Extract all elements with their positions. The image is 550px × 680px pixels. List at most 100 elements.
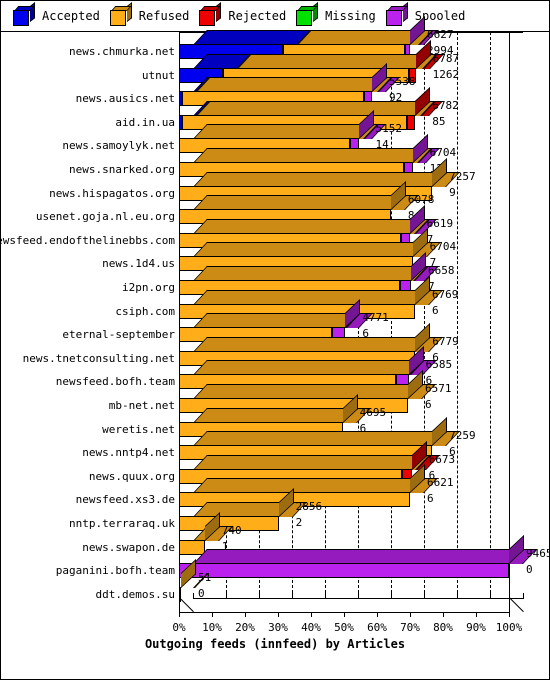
bar-segment-rejected[interactable] xyxy=(407,114,416,130)
x-axis-tick xyxy=(245,612,246,618)
bar-sub-value-label: 2 xyxy=(295,516,303,529)
bar-sub-value-label: 6 xyxy=(427,492,434,506)
bar-segment-top-refused xyxy=(193,289,443,305)
chart-legend: Accepted Refused Rejected Missing Spooled xyxy=(1,1,549,32)
y-axis-category-label: news.1d4.us xyxy=(102,257,175,271)
bar-segment-top-refused xyxy=(193,148,433,163)
x-axis-tick-back xyxy=(358,593,359,599)
legend-item-accepted[interactable]: Accepted xyxy=(13,1,100,27)
x-axis-tick-back xyxy=(259,593,260,599)
x-axis-tick xyxy=(377,612,378,618)
bar-row[interactable] xyxy=(1,32,549,602)
legend-item-rejected[interactable]: Rejected xyxy=(199,1,287,27)
bar-segment-top-refused xyxy=(193,454,431,470)
bar-total-value-label: 6621 xyxy=(427,476,454,490)
bar-segment-top-refused xyxy=(193,266,429,281)
bar-total-value-label: 5152 xyxy=(375,122,403,136)
x-axis-back-line xyxy=(193,598,524,600)
bar-segment-top-refused xyxy=(193,360,425,376)
legend-item-label: Accepted xyxy=(42,9,100,23)
legend-item-label: Rejected xyxy=(228,9,287,23)
bar-total-value-label: 6779 xyxy=(432,334,459,348)
x-axis-tick xyxy=(212,612,213,618)
bar-total-value-label: 4695 xyxy=(359,405,387,419)
cube-icon xyxy=(296,1,319,27)
legend-item-missing[interactable]: Missing xyxy=(296,1,376,27)
bar-segment-top-refused xyxy=(195,100,436,116)
bar-sub-value-label: 85 xyxy=(432,114,446,128)
bar-segment-spooled[interactable] xyxy=(179,563,509,579)
x-axis-tick-back xyxy=(325,593,326,599)
bar-total-value-label: 6078 xyxy=(407,193,435,207)
bar-total-value-label: 6673 xyxy=(428,452,456,466)
bar-total-value-label: 6782 xyxy=(432,98,459,112)
axis-frame-line xyxy=(509,32,510,613)
y-axis-category-label: news.nntp4.net xyxy=(82,446,175,460)
gridline xyxy=(424,32,425,599)
cube-icon xyxy=(13,1,35,27)
bar-total-value-label: 6658 xyxy=(427,264,455,277)
x-axis-tick-back xyxy=(424,593,425,599)
bar-segment-top-refused xyxy=(193,313,361,329)
bar-sub-value-label: 0 xyxy=(526,563,533,577)
bar-segment-top-refused xyxy=(193,431,461,447)
bar-total-value-label: 6769 xyxy=(431,287,459,301)
bar-sub-value-label: 6 xyxy=(431,303,439,317)
bar-total-value-label: 5538 xyxy=(389,75,416,89)
bar-segment-refused[interactable] xyxy=(179,539,205,555)
y-axis-category-label: news.snarked.org xyxy=(69,163,175,176)
bar-segment-top-refused xyxy=(236,53,437,69)
y-axis-category-label: paganini.bofh.team xyxy=(55,564,175,578)
bar-total-value-label: 51 xyxy=(197,570,212,584)
chart-container: Accepted Refused Rejected Missing Spooled 0%… xyxy=(0,0,550,680)
legend-item-label: Missing xyxy=(325,9,376,23)
y-axis-category-label: news.hispagatos.org xyxy=(49,186,175,200)
bar-total-value-label: 7257 xyxy=(449,169,476,183)
bar-total-value-label: 6585 xyxy=(425,358,453,372)
bar-segment-top-refused xyxy=(193,242,441,258)
y-axis-category-label: i2pn.org xyxy=(122,281,175,294)
y-axis-category-label: newsfeed.xs3.de xyxy=(75,493,175,507)
cube-icon xyxy=(109,1,132,27)
bar-segment-top-refused xyxy=(193,336,444,352)
bar-segment-top-refused xyxy=(193,218,430,234)
legend-item-label: Refused xyxy=(138,9,190,23)
bar-segment-refused[interactable] xyxy=(179,586,181,602)
bar-total-value-label: 6704 xyxy=(429,146,457,159)
x-axis-tick-back xyxy=(391,593,392,599)
y-axis-category-label: usenet.goja.nl.eu.org xyxy=(35,210,175,224)
y-axis-category-label: weretis.net xyxy=(102,422,175,436)
y-axis-category-label: newsfeed.bofh.team xyxy=(55,375,175,389)
x-axis-tick xyxy=(476,612,477,618)
y-axis-category-label: mb-net.net xyxy=(108,399,175,412)
bar-total-value-label: 2856 xyxy=(295,500,323,513)
floor-edge xyxy=(509,597,524,613)
x-axis-tick-back xyxy=(490,593,491,599)
y-axis-category-label: utnut xyxy=(141,68,175,82)
gridline xyxy=(490,32,491,599)
cube-icon xyxy=(199,1,222,27)
chart-x-axis-title: Outgoing feeds (innfeed) by Articles xyxy=(144,637,406,652)
bar-total-value-label: 6571 xyxy=(425,382,452,395)
bar-sub-value-label: 1262 xyxy=(432,67,460,81)
bar-segment-top-spooled xyxy=(193,549,537,565)
bar-total-value-label: 6787 xyxy=(432,51,460,65)
x-axis-tick-back xyxy=(226,593,227,599)
bar-segment-top-refused xyxy=(196,77,392,93)
legend-item-spooled[interactable]: Spooled xyxy=(385,1,465,27)
x-axis-tick xyxy=(443,612,444,618)
y-axis-category-label: ddt.demos.su xyxy=(95,587,175,601)
x-axis-tick-back xyxy=(457,593,458,599)
y-axis-category-label: eternal-september xyxy=(62,328,175,342)
bar-total-value-label: 6619 xyxy=(426,216,454,230)
y-axis-category-label: news.swapon.de xyxy=(82,540,175,554)
bar-total-value-label: 4771 xyxy=(362,311,389,325)
x-axis-tick xyxy=(179,612,180,618)
bar-total-value-label: 6704 xyxy=(429,240,457,254)
x-axis-tick-back xyxy=(292,593,293,599)
bar-sub-value-label: 0 xyxy=(197,586,205,600)
legend-item-refused[interactable]: Refused xyxy=(109,1,190,27)
cube-icon xyxy=(385,1,408,27)
y-axis-category-label: news.samoylyk.net xyxy=(62,139,175,153)
bar-segment-top-refused xyxy=(193,384,437,399)
